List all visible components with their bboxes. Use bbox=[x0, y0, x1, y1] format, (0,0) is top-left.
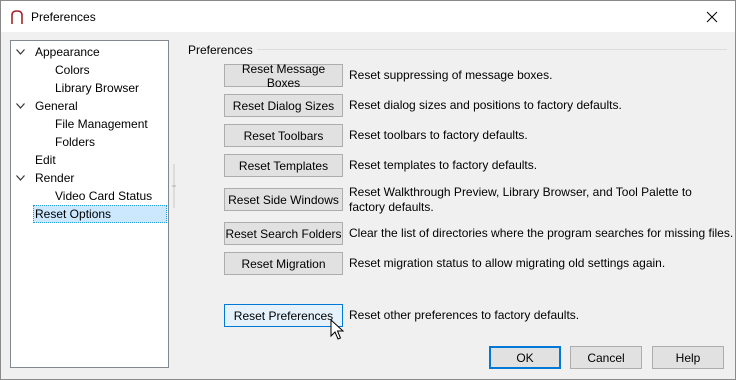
chevron-down-icon[interactable] bbox=[15, 169, 25, 187]
reset-search-folders-desc: Clear the list of directories where the … bbox=[349, 226, 734, 240]
tree-item-folders[interactable]: Folders bbox=[55, 133, 95, 151]
reset-templates-desc: Reset templates to factory defaults. bbox=[349, 158, 538, 172]
tree-item-edit[interactable]: Edit bbox=[35, 151, 56, 169]
reset-preferences-desc: Reset other preferences to factory defau… bbox=[349, 308, 580, 322]
tree-item-label: Library Browser bbox=[55, 81, 140, 95]
splitter-handle[interactable] bbox=[172, 164, 176, 208]
tree-item-colors[interactable]: Colors bbox=[55, 61, 90, 79]
reset-dialog-sizes-desc: Reset dialog sizes and positions to fact… bbox=[349, 98, 622, 112]
reset-toolbars-button[interactable]: Reset Toolbars bbox=[224, 124, 343, 147]
group-divider bbox=[257, 49, 727, 50]
title-bar: Preferences bbox=[1, 1, 735, 32]
tree-item-label: Colors bbox=[55, 63, 90, 77]
mouse-pointer-icon bbox=[330, 319, 344, 340]
tree-item-library-browser[interactable]: Library Browser bbox=[55, 79, 139, 97]
reset-migration-button[interactable]: Reset Migration bbox=[224, 252, 343, 275]
category-tree[interactable]: Appearance Colors Library Browser Genera… bbox=[10, 40, 169, 368]
reset-side-windows-desc: Reset Walkthrough Preview, Library Brows… bbox=[349, 185, 692, 214]
reset-dialog-sizes-button[interactable]: Reset Dialog Sizes bbox=[224, 94, 343, 117]
tree-item-label: Folders bbox=[55, 135, 96, 149]
tree-item-label: File Management bbox=[55, 117, 148, 131]
reset-search-folders-button[interactable]: Reset Search Folders bbox=[224, 222, 343, 245]
reset-toolbars-desc: Reset toolbars to factory defaults. bbox=[349, 128, 528, 142]
close-icon bbox=[706, 11, 718, 22]
reset-templates-button[interactable]: Reset Templates bbox=[224, 154, 343, 177]
chevron-down-icon[interactable] bbox=[15, 97, 25, 115]
tree-item-file-management[interactable]: File Management bbox=[55, 115, 148, 133]
tree-item-label: Reset Options bbox=[35, 207, 112, 221]
reset-message-boxes-button[interactable]: Reset Message Boxes bbox=[224, 62, 343, 90]
cancel-button[interactable]: Cancel bbox=[570, 346, 642, 369]
tree-item-reset-options[interactable]: Reset Options bbox=[33, 205, 167, 223]
tree-item-label: Render bbox=[35, 171, 75, 185]
reset-preferences-button[interactable]: Reset Preferences bbox=[224, 304, 343, 327]
window-title: Preferences bbox=[31, 10, 96, 24]
reset-message-boxes-desc: Reset suppressing of message boxes. bbox=[349, 68, 553, 82]
reset-migration-desc: Reset migration status to allow migratin… bbox=[349, 256, 666, 270]
tree-item-label: Appearance bbox=[35, 45, 100, 59]
help-button[interactable]: Help bbox=[652, 346, 724, 369]
tree-item-label: General bbox=[35, 99, 78, 113]
app-icon bbox=[11, 10, 23, 24]
tree-item-video-card-status[interactable]: Video Card Status bbox=[55, 187, 152, 205]
chevron-down-icon[interactable] bbox=[15, 43, 25, 61]
tree-item-label: Video Card Status bbox=[55, 189, 153, 203]
preferences-dialog: Preferences Appearance Colors Library Br… bbox=[0, 0, 736, 380]
group-title: Preferences bbox=[188, 43, 257, 57]
ok-button[interactable]: OK bbox=[489, 346, 561, 369]
tree-item-label: Edit bbox=[35, 153, 56, 167]
close-button[interactable] bbox=[689, 1, 735, 32]
reset-side-windows-button[interactable]: Reset Side Windows bbox=[224, 188, 343, 211]
